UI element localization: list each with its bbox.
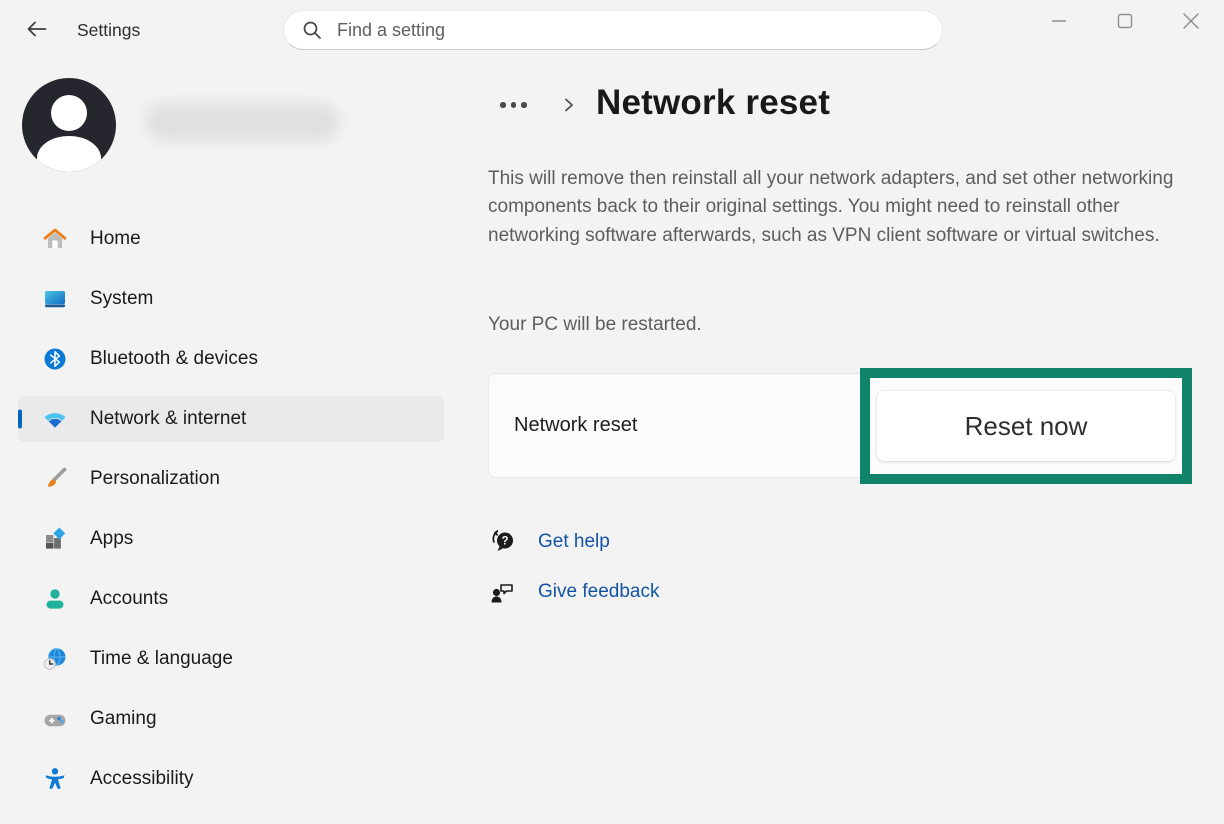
sidebar-item-label: Personalization [90,468,220,490]
minimize-icon [1051,13,1067,34]
sidebar-item-gaming[interactable]: Gaming [18,696,444,742]
highlight-annotation-box: Reset now [860,368,1192,484]
help-bubble-icon: ? [488,527,518,557]
sidebar-nav: Home System Bluetooth & devices [18,216,444,816]
feedback-person-icon [488,577,518,607]
brush-icon [42,466,68,492]
back-arrow-icon [24,16,50,47]
app-title: Settings [77,20,140,41]
home-icon [42,226,68,252]
sidebar-item-network-internet[interactable]: Network & internet [18,396,444,442]
reset-now-button[interactable]: Reset now [876,390,1176,462]
sidebar-item-label: Time & language [90,648,233,670]
sidebar-item-label: Network & internet [90,408,246,430]
give-feedback-row[interactable]: Give feedback [488,577,659,607]
reset-card-label: Network reset [514,414,637,437]
close-icon [1182,12,1200,35]
person-icon [42,586,68,612]
svg-text:?: ? [501,536,508,548]
avatar-head [51,95,87,131]
ellipsis-dot [521,102,527,108]
sidebar-item-apps[interactable]: Apps [18,516,444,562]
restart-note: Your PC will be restarted. [488,314,702,336]
ellipsis-dot [511,102,517,108]
get-help-link[interactable]: Get help [538,531,610,553]
back-button[interactable] [22,16,52,46]
avatar[interactable] [22,78,116,172]
sidebar-item-time-language[interactable]: Time & language [18,636,444,682]
sidebar-item-home[interactable]: Home [18,216,444,262]
ellipsis-dot [500,102,506,108]
gamepad-icon [42,706,68,732]
sidebar-item-label: Apps [90,528,133,550]
maximize-button[interactable] [1092,0,1158,46]
system-icon [42,286,68,312]
globe-clock-icon [42,646,68,672]
chevron-right-icon [560,96,578,119]
sidebar-item-label: System [90,288,153,310]
sidebar-item-accounts[interactable]: Accounts [18,576,444,622]
sidebar-item-label: Gaming [90,708,157,730]
sidebar-item-label: Bluetooth & devices [90,348,258,370]
window-controls [1026,0,1224,46]
sidebar-item-label: Accounts [90,588,168,610]
breadcrumb-ellipsis-button[interactable] [496,98,531,112]
close-button[interactable] [1158,0,1224,46]
sidebar-item-label: Home [90,228,141,250]
avatar-shoulders [37,136,101,172]
selected-accent-bar [18,410,22,429]
search-box[interactable] [283,10,943,50]
give-feedback-link[interactable]: Give feedback [538,581,659,603]
accessibility-icon [42,766,68,792]
page-description: This will remove then reinstall all your… [488,165,1188,250]
apps-icon [42,526,68,552]
sidebar-item-label: Accessibility [90,768,193,790]
user-name-redacted [145,103,340,141]
maximize-icon [1117,13,1133,34]
bluetooth-icon [42,346,68,372]
minimize-button[interactable] [1026,0,1092,46]
search-input[interactable] [323,20,942,41]
sidebar-item-personalization[interactable]: Personalization [18,456,444,502]
sidebar-item-accessibility[interactable]: Accessibility [18,756,444,802]
sidebar-item-system[interactable]: System [18,276,444,322]
sidebar-item-bluetooth-devices[interactable]: Bluetooth & devices [18,336,444,382]
get-help-row[interactable]: ? Get help [488,527,610,557]
wifi-icon [42,406,68,432]
page-title: Network reset [596,83,830,123]
search-icon [301,19,323,41]
